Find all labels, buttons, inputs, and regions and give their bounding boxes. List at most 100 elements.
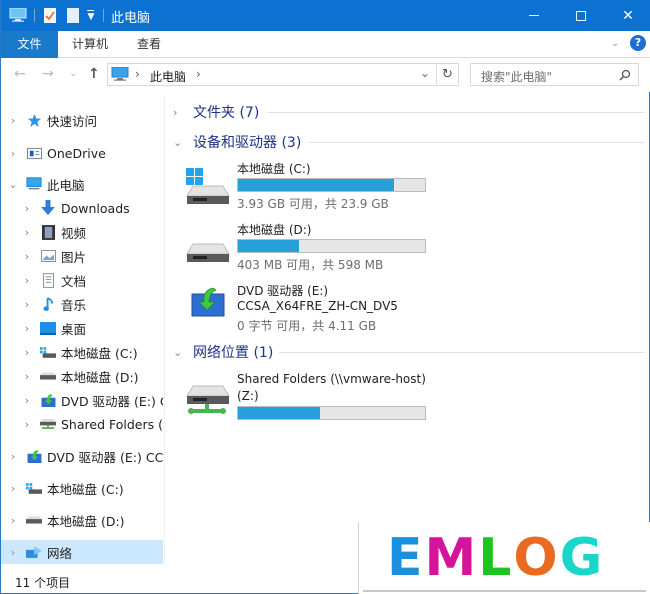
group-network-locations[interactable]: ⌄ 网络位置 (1)	[167, 342, 273, 362]
drive-e-dvd[interactable]: DVD 驱动器 (E:) CCSA_X64FRE_ZH-CN_DV5 0 字节 …	[185, 280, 485, 340]
drive-name: 本地磁盘 (C:)	[237, 162, 311, 176]
group-divider	[267, 112, 645, 113]
breadcrumb-separator[interactable]: ›	[135, 67, 140, 81]
dvd-icon	[40, 393, 56, 407]
breadcrumb-separator[interactable]: ›	[196, 67, 201, 81]
chevron-right-icon: ›	[173, 105, 178, 119]
search-icon[interactable]	[619, 69, 631, 81]
drive-usage-fill	[238, 407, 321, 419]
close-button[interactable]: ✕	[605, 0, 650, 31]
tab-computer[interactable]: 计算机	[58, 31, 122, 58]
chevron-right-icon[interactable]: ›	[22, 394, 32, 407]
sidebar-item[interactable]: ⌄ 此电脑	[1, 172, 163, 196]
new-folder-icon[interactable]	[67, 8, 79, 23]
dvd-icon	[26, 449, 42, 463]
drive-icon	[26, 513, 42, 527]
sidebar-item-label: 视频	[61, 225, 87, 241]
toolbar-separator	[103, 9, 104, 22]
drive-usage-bar	[237, 239, 426, 253]
sidebar-item[interactable]: › 网络	[1, 540, 163, 564]
sidebar-item[interactable]: › 视频	[1, 220, 163, 244]
sidebar-item-label: 音乐	[61, 297, 87, 313]
drive-space-info: 0 字节 可用，共 4.11 GB	[237, 319, 377, 333]
drive-volume-label: CCSA_X64FRE_ZH-CN_DV5	[237, 299, 398, 313]
sidebar-item[interactable]: › 文档	[1, 268, 163, 292]
sidebar-item[interactable]: › 快速访问	[1, 108, 163, 132]
chevron-right-icon[interactable]: ›	[22, 322, 32, 335]
sidebar-item[interactable]: › 本地磁盘 (D:)	[1, 508, 163, 532]
pictures-icon	[40, 249, 56, 263]
refresh-button[interactable]: ↻	[437, 63, 459, 86]
pane-divider[interactable]	[164, 96, 165, 566]
breadcrumb-this-pc[interactable]: 此电脑	[150, 68, 186, 85]
maximize-button[interactable]	[558, 0, 604, 31]
help-icon[interactable]: ?	[630, 35, 646, 51]
forward-button[interactable]: →	[42, 66, 54, 82]
group-title: 网络位置 (1)	[193, 345, 274, 361]
chevron-right-icon[interactable]: ›	[22, 370, 32, 383]
sidebar-item[interactable]: › 本地磁盘 (C:)	[1, 340, 163, 364]
group-folders[interactable]: › 文件夹 (7)	[167, 102, 259, 122]
drive-icon	[186, 243, 230, 262]
address-bar[interactable]: › 此电脑 › ⌄	[107, 63, 437, 86]
chevron-right-icon[interactable]: ›	[8, 546, 18, 559]
chevron-right-icon[interactable]: ›	[8, 450, 18, 463]
address-history-dropdown[interactable]: ⌄	[420, 66, 430, 80]
group-devices-and-drives[interactable]: ⌄ 设备和驱动器 (3)	[167, 132, 301, 152]
tab-view[interactable]: 查看	[123, 31, 175, 58]
sidebar-item-label: DVD 驱动器 (E:) CC	[61, 393, 163, 409]
sidebar-item-label: 本地磁盘 (D:)	[61, 369, 139, 385]
sidebar-item[interactable]: › OneDrive	[1, 141, 163, 165]
chevron-right-icon[interactable]: ›	[22, 298, 32, 311]
sidebar-item-label: 桌面	[61, 321, 87, 337]
chevron-right-icon[interactable]: ›	[8, 147, 18, 160]
watermark-letter: G	[559, 528, 605, 588]
back-button[interactable]: ←	[14, 66, 26, 82]
chevron-right-icon[interactable]: ›	[8, 114, 18, 127]
chevron-right-icon[interactable]: ›	[22, 418, 32, 431]
sidebar-item[interactable]: › 本地磁盘 (C:)	[1, 476, 163, 500]
sidebar-item[interactable]: › 桌面	[1, 316, 163, 340]
chevron-right-icon[interactable]: ›	[22, 226, 32, 239]
chevron-right-icon[interactable]: ›	[8, 482, 18, 495]
minimize-button[interactable]	[511, 0, 557, 31]
chevron-down-icon: ⌄	[173, 345, 183, 359]
chevron-right-icon[interactable]: ›	[22, 250, 32, 263]
sidebar-item[interactable]: › Shared Folders (\\	[1, 412, 163, 436]
sidebar-item[interactable]: › Downloads	[1, 196, 163, 220]
toolbar-separator	[34, 9, 35, 22]
drive-name: Shared Folders (\\vmware-host)	[237, 372, 426, 386]
up-button[interactable]: ↑	[88, 66, 100, 82]
drive-usage-fill	[238, 240, 299, 252]
sidebar-item[interactable]: › DVD 驱动器 (E:) CC	[1, 388, 163, 412]
drive-d[interactable]: 本地磁盘 (D:) 403 MB 可用，共 598 MB	[185, 219, 485, 279]
sidebar-item[interactable]: › 图片	[1, 244, 163, 268]
emlog-watermark: EMLOG	[358, 522, 650, 594]
chevron-right-icon[interactable]: ›	[22, 202, 32, 215]
network-icon	[26, 545, 42, 559]
music-icon	[40, 296, 56, 311]
drive-c[interactable]: 本地磁盘 (C:) 3.93 GB 可用，共 23.9 GB	[185, 158, 485, 218]
chevron-right-icon[interactable]: ›	[22, 274, 32, 287]
pc-icon	[26, 177, 42, 191]
group-divider	[309, 142, 645, 143]
search-input[interactable]: 搜索"此电脑"	[470, 63, 639, 86]
sidebar-item-label: 文档	[61, 273, 87, 289]
chevron-right-icon[interactable]: ›	[22, 346, 32, 359]
network-drive-z[interactable]: Shared Folders (\\vmware-host) (Z:)	[185, 370, 505, 430]
ribbon-expand-icon[interactable]: ⌄	[611, 38, 619, 49]
properties-icon[interactable]	[44, 8, 56, 23]
drive-icon	[40, 369, 56, 383]
chevron-right-icon[interactable]: ›	[8, 514, 18, 527]
sidebar-item[interactable]: › DVD 驱动器 (E:) CCS	[1, 444, 163, 468]
sidebar-item-label: Downloads	[61, 200, 130, 216]
chevron-down-icon[interactable]: ⌄	[8, 178, 18, 191]
tab-file[interactable]: 文件	[1, 31, 58, 58]
recent-locations-button[interactable]: ⌄	[69, 68, 77, 79]
customize-dropdown-icon[interactable]: ▼	[87, 10, 95, 22]
title-bar: ▼ 此电脑 ✕	[1, 0, 650, 31]
pc-icon[interactable]	[9, 8, 27, 22]
close-icon: ✕	[622, 7, 634, 24]
sidebar-item[interactable]: › 本地磁盘 (D:)	[1, 364, 163, 388]
sidebar-item[interactable]: › 音乐	[1, 292, 163, 316]
